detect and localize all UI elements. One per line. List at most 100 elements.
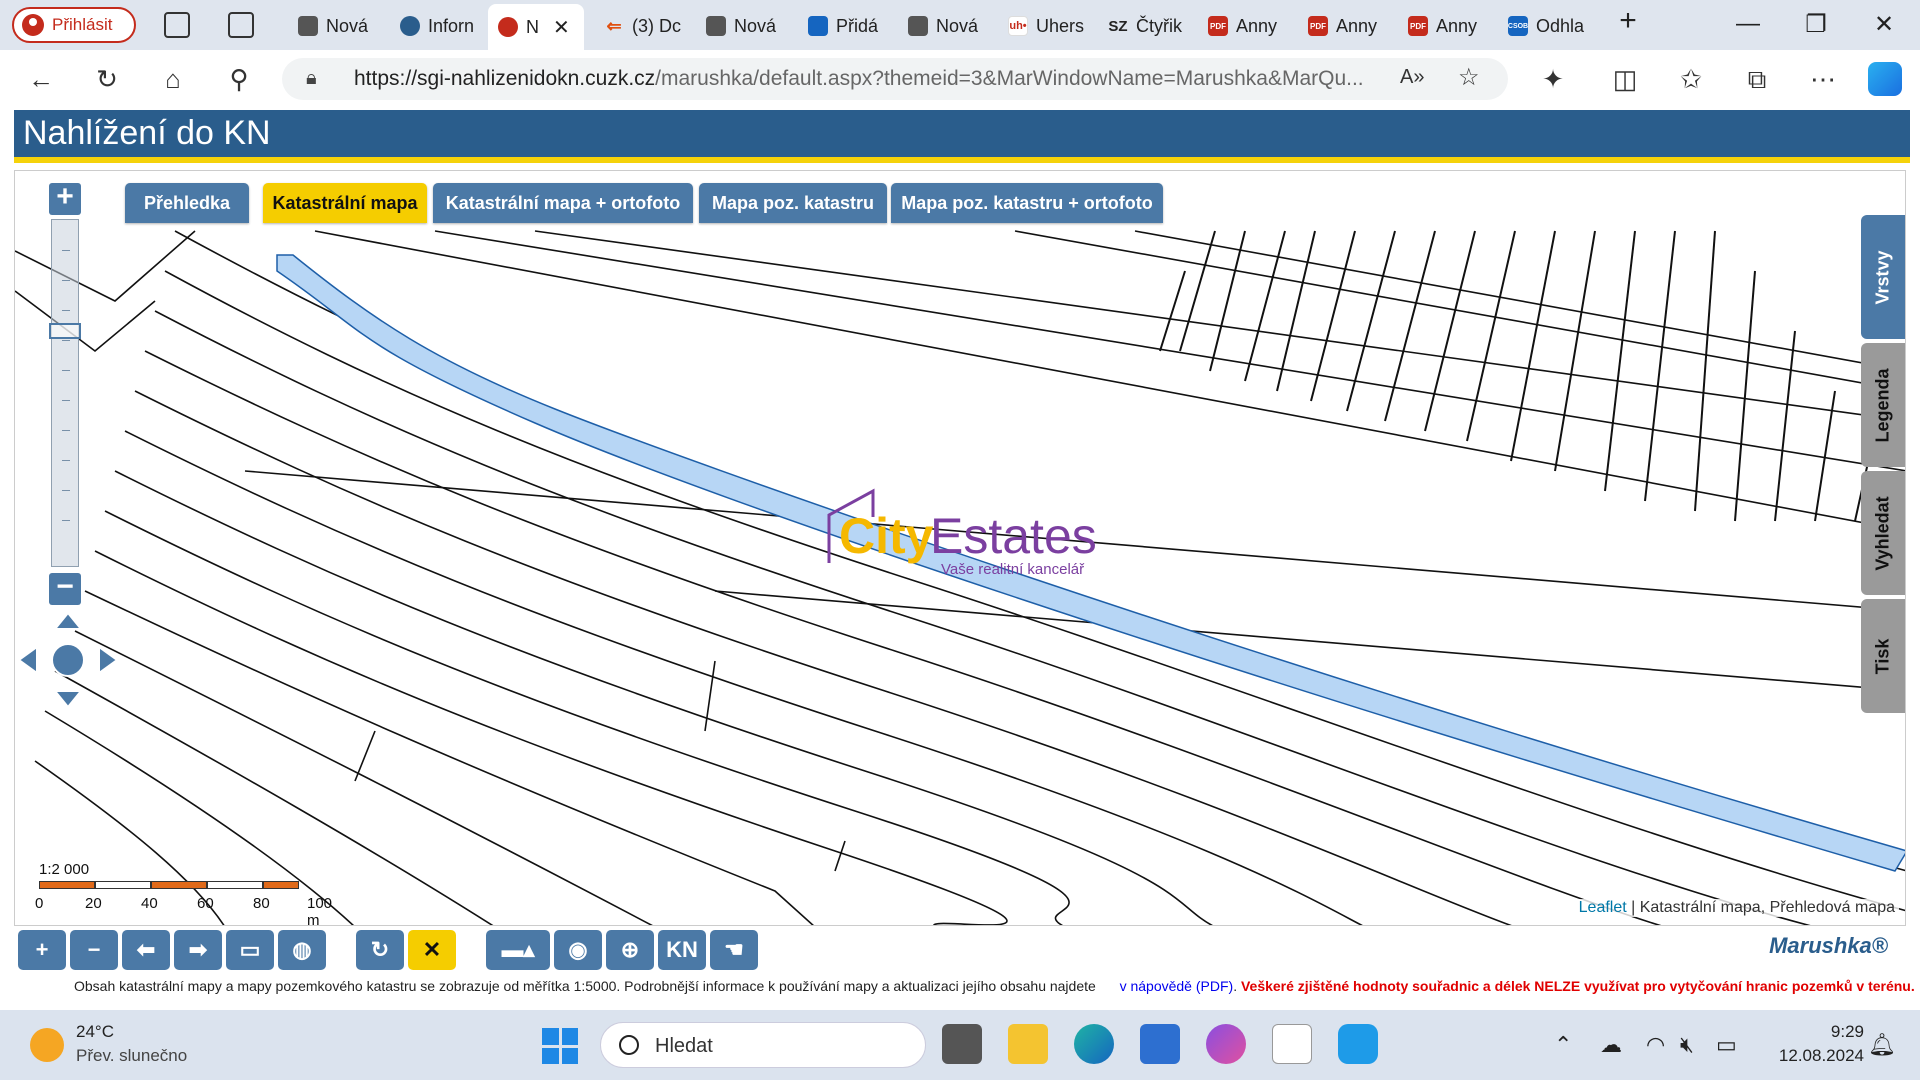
tab-1[interactable]: Inforn [390,6,482,46]
browser-tab-bar: Přihlásit Nová Inforn N ✕ ⇐ (3) Dc Nová … [0,0,1920,50]
forward-view-icon[interactable]: ➡ [174,930,222,970]
tab-2-active[interactable]: N ✕ [488,4,584,50]
weather-sun-icon[interactable] [30,1028,64,1062]
pan-control[interactable] [15,607,121,713]
tab-4[interactable]: Nová [696,6,788,46]
zoom-slider-handle[interactable] [49,323,81,339]
scale-segment [151,881,207,889]
leaflet-link[interactable]: Leaflet [1579,899,1627,916]
url-text[interactable]: https://sgi-nahlizenidokn.cuzk.cz/marush… [354,67,1364,91]
task-view-icon[interactable] [942,1024,982,1064]
skype-icon[interactable] [1338,1024,1378,1064]
scale-ratio: 1:2 000 [39,861,90,878]
weather-temperature[interactable]: 24°C [76,1022,114,1042]
collections-icon[interactable]: ⧉ [1742,64,1772,94]
address-bar[interactable]: 🔒︎ https://sgi-nahlizenidokn.cuzk.cz/mar… [282,58,1508,100]
favorite-star-icon[interactable]: ☆ [1458,63,1480,92]
back-view-icon[interactable]: ⬅ [122,930,170,970]
zoom-slider-track[interactable] [51,219,79,567]
full-extent-globe-icon[interactable]: ◍ [278,930,326,970]
split-screen-icon[interactable]: ◫ [1610,64,1640,94]
zoom-in-button[interactable]: + [49,182,81,215]
pan-left-icon[interactable] [17,645,38,675]
notifications-bell-icon[interactable]: 🔔︎ [1868,1032,1896,1058]
volume-mute-icon[interactable]: 🔇︎ [1680,1032,1694,1058]
measure-tool-icon[interactable]: ▬▴ [486,930,550,970]
scale-segment [207,881,263,889]
sz-icon: SZ [1108,17,1128,35]
battery-icon[interactable]: ▭ [1716,1032,1737,1058]
zoom-in-tool-icon[interactable]: + [18,930,66,970]
tab-5[interactable]: Přidá [798,6,890,46]
info-pointer-icon[interactable]: ☚ [710,930,758,970]
weather-description[interactable]: Přev. slunečno [76,1046,187,1066]
map-tab-cadastral[interactable]: Katastrální mapa [263,183,427,223]
zoom-out-tool-icon[interactable]: − [70,930,118,970]
more-menu-icon[interactable]: ⋯ [1808,64,1838,94]
refresh-map-icon[interactable]: ↻ [356,930,404,970]
onedrive-cloud-icon[interactable]: ☁ [1600,1032,1622,1058]
tab-3[interactable]: ⇐ (3) Dc [594,6,686,46]
home-icon[interactable]: ⌂ [158,64,188,94]
minimize-icon[interactable]: — [1728,10,1768,38]
close-window-icon[interactable]: ✕ [1864,10,1904,39]
side-tab-legend[interactable]: Legenda [1861,343,1905,467]
copilot-app-icon[interactable] [1206,1024,1246,1064]
locate-icon[interactable]: ⊕ [606,930,654,970]
tab-actions-icon[interactable] [228,12,254,38]
tab-9[interactable]: PDF Anny [1198,6,1290,46]
tab-7[interactable]: uh• Uhers [998,6,1090,46]
side-tab-label: Vyhledat [1872,495,1893,571]
side-tab-search[interactable]: Vyhledat [1861,471,1905,595]
clock-time[interactable]: 9:29 [1831,1022,1864,1042]
kn-info-button[interactable]: KN [658,930,706,970]
clock-date[interactable]: 12.08.2024 [1779,1046,1864,1066]
tab-12[interactable]: CSOB Odhla [1498,6,1590,46]
side-tab-layers[interactable]: Vrstvy [1861,215,1905,339]
scale-label: 40 [141,895,158,912]
refresh-icon[interactable]: ↻ [92,64,122,94]
lock-icon[interactable]: 🔒︎ [306,67,317,90]
gps-icon[interactable]: ◉ [554,930,602,970]
pan-right-icon[interactable] [98,645,119,675]
tab-11[interactable]: PDF Anny [1398,6,1490,46]
taskbar-search[interactable]: Hledat [600,1022,926,1068]
side-tab-print[interactable]: Tisk [1861,599,1905,713]
pan-down-icon[interactable] [52,690,84,709]
edge-icon[interactable] [1074,1024,1114,1064]
cadastral-map[interactable]: Přehledka Katastrální mapa Katastrální m… [14,170,1906,926]
close-tab-icon[interactable]: ✕ [553,15,570,40]
favorites-icon[interactable]: ✩ [1676,64,1706,94]
start-button-icon[interactable] [542,1028,578,1064]
profile-button[interactable]: Přihlásit [12,7,136,43]
workspaces-icon[interactable] [164,12,190,38]
file-explorer-icon[interactable] [1008,1024,1048,1064]
restore-icon[interactable]: ❐ [1796,10,1836,39]
pan-up-icon[interactable] [52,611,84,630]
new-tab-button[interactable]: + [1608,4,1648,38]
tab-0[interactable]: Nová [288,6,380,46]
tab-10[interactable]: PDF Anny [1298,6,1390,46]
pan-center-icon[interactable] [51,643,85,677]
read-aloud-icon[interactable]: A» [1400,66,1424,89]
clear-selection-icon[interactable]: ✕ [408,930,456,970]
scale-label: 80 [253,895,270,912]
map-tab-land-cadastre[interactable]: Mapa poz. katastru [699,183,887,223]
copilot-icon[interactable] [1868,62,1902,96]
search-icon[interactable]: ⚲ [224,64,254,94]
tab-6[interactable]: Nová [898,6,990,46]
wifi-icon[interactable]: ◠ [1646,1032,1665,1058]
notepad-icon[interactable] [1272,1024,1312,1064]
map-tab-overview[interactable]: Přehledka [125,183,249,223]
tab-8[interactable]: SZ Čtyřik [1098,6,1190,46]
help-pdf-link[interactable]: v nápovědě (PDF) [1120,978,1234,994]
zoom-rectangle-icon[interactable]: ▭ [226,930,274,970]
zoom-out-button[interactable]: − [49,572,81,605]
store-icon[interactable] [1140,1024,1180,1064]
attribution-text: | Katastrální mapa, Přehledová mapa [1626,899,1895,916]
map-tab-cadastral-ortho[interactable]: Katastrální mapa + ortofoto [433,183,693,223]
back-icon[interactable]: ← [26,64,56,94]
tray-chevron-icon[interactable]: ⌃ [1554,1032,1572,1058]
map-tab-land-cadastre-ortho[interactable]: Mapa poz. katastru + ortofoto [891,183,1163,223]
extensions-icon[interactable]: ✦ [1538,64,1568,94]
